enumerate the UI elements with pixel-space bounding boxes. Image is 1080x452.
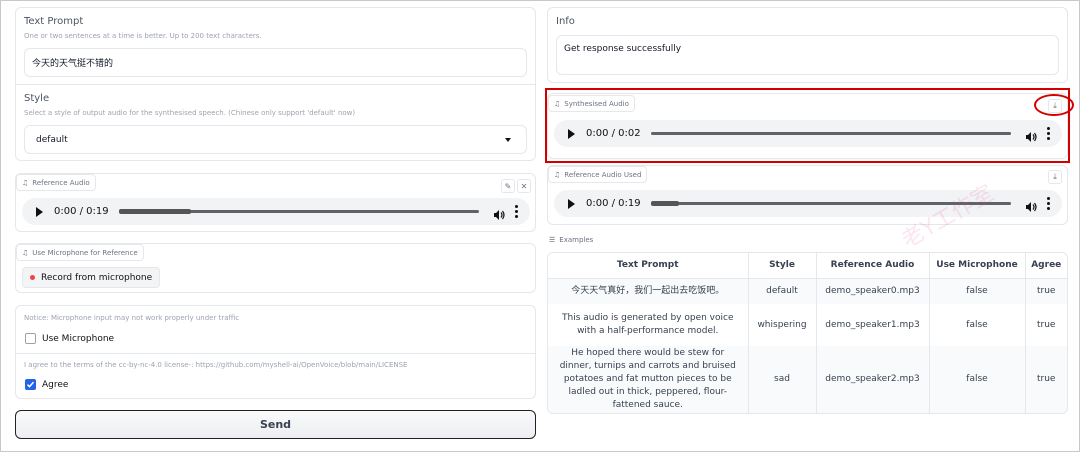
info-output: Get response successfully — [556, 35, 1059, 75]
list-icon: ☰ — [549, 236, 556, 244]
notice-text: Notice: Microphone input may not work pr… — [24, 314, 240, 322]
info-panel: Info Get response successfully — [547, 7, 1068, 83]
play-icon[interactable] — [568, 198, 575, 209]
column-header[interactable]: Reference Audio — [816, 253, 930, 279]
record-button[interactable]: Record from microphone — [22, 267, 161, 288]
table-cell: whispering — [748, 304, 817, 346]
table-cell: He hoped there would be stew for dinner,… — [548, 346, 749, 413]
use-microphone-label: Use Microphone — [42, 333, 115, 344]
play-icon[interactable] — [36, 206, 43, 217]
reference-audio-used-label: Reference Audio Used — [564, 170, 642, 179]
info-label: Info — [556, 16, 575, 27]
record-button-label: Record from microphone — [41, 272, 153, 283]
audio-time: 0:00 / 0:19 — [54, 206, 109, 217]
column-header[interactable]: Agree — [1025, 253, 1067, 279]
table-cell: false — [929, 346, 1026, 413]
text-prompt-label: Text Prompt — [24, 16, 84, 27]
column-header[interactable]: Style — [748, 253, 817, 279]
audio-time: 0:00 / 0:19 — [586, 198, 641, 209]
edit-icon[interactable]: ✎ — [501, 179, 515, 193]
column-header[interactable]: Text Prompt — [548, 253, 749, 279]
more-options-icon[interactable] — [515, 205, 518, 218]
microphone-tag: ♫ Use Microphone for Reference — [16, 244, 144, 261]
send-button[interactable]: Send — [15, 410, 536, 439]
table-cell: demo_speaker0.mp3 — [816, 278, 930, 304]
text-prompt-panel: Text Prompt One or two sentences at a ti… — [15, 7, 536, 161]
music-note-icon: ♫ — [22, 178, 29, 187]
use-microphone-option[interactable]: Use Microphone — [25, 333, 114, 344]
reference-audio-label: Reference Audio — [32, 178, 90, 187]
download-icon[interactable]: ⤓ — [1048, 170, 1062, 184]
examples-label: Examples — [559, 236, 594, 244]
reference-audio-used-tag: ♫ Reference Audio Used — [548, 166, 648, 183]
reference-audio-panel: ♫ Reference Audio ✎ ✕ 0:00 / 0:19 — [15, 173, 536, 232]
style-select-value: default — [36, 134, 68, 145]
highlight-box — [545, 88, 1070, 163]
use-microphone-checkbox[interactable] — [25, 333, 36, 344]
table-cell: demo_speaker1.mp3 — [816, 304, 930, 346]
table-row[interactable]: This audio is generated by open voice wi… — [548, 304, 1067, 346]
style-hint: Select a style of output audio for the s… — [24, 109, 356, 117]
music-note-icon: ♫ — [22, 248, 29, 257]
table-cell: sad — [748, 346, 817, 413]
divider — [16, 353, 535, 354]
examples-table-container: Text Prompt Style Reference Audio Use Mi… — [547, 252, 1068, 414]
style-label: Style — [24, 93, 50, 104]
microphone-label: Use Microphone for Reference — [32, 248, 138, 257]
table-cell: 今天天气真好，我们一起出去吃饭吧。 — [548, 278, 749, 304]
text-prompt-input[interactable]: 今天的天气挺不错的 — [24, 48, 527, 77]
music-note-icon: ♫ — [554, 170, 561, 179]
audio-progress-fill — [118, 209, 191, 214]
table-cell: This audio is generated by open voice wi… — [548, 304, 749, 346]
audio-progress-fill — [650, 201, 680, 206]
microphone-panel: ♫ Use Microphone for Reference Record fr… — [15, 243, 536, 293]
table-header-row: Text Prompt Style Reference Audio Use Mi… — [548, 253, 1067, 279]
agree-checkbox[interactable] — [25, 379, 36, 390]
table-cell: true — [1025, 278, 1067, 304]
license-text: I agree to the terms of the cc-by-nc-4.0… — [24, 361, 408, 369]
reference-audio-player[interactable]: 0:00 / 0:19 — [22, 198, 530, 225]
examples-table: Text Prompt Style Reference Audio Use Mi… — [548, 253, 1067, 413]
column-header[interactable]: Use Microphone — [929, 253, 1026, 279]
more-options-icon[interactable] — [1047, 197, 1050, 210]
close-icon[interactable]: ✕ — [517, 179, 531, 193]
text-prompt-hint: One or two sentences at a time is better… — [24, 32, 262, 40]
table-cell: true — [1025, 346, 1067, 413]
table-cell: false — [929, 278, 1026, 304]
table-row[interactable]: 今天天气真好，我们一起出去吃饭吧。 default demo_speaker0.… — [548, 278, 1067, 304]
reference-audio-tag: ♫ Reference Audio — [16, 174, 96, 191]
table-cell: false — [929, 304, 1026, 346]
highlight-circle — [1034, 94, 1074, 116]
examples-header: ☰ Examples — [549, 236, 593, 244]
volume-icon[interactable] — [493, 206, 505, 220]
chevron-down-icon — [505, 137, 511, 142]
divider — [16, 84, 535, 85]
record-dot-icon — [30, 275, 35, 280]
agree-option[interactable]: Agree — [25, 379, 68, 390]
volume-icon[interactable] — [1025, 198, 1037, 212]
table-row[interactable]: He hoped there would be stew for dinner,… — [548, 346, 1067, 413]
table-cell: true — [1025, 304, 1067, 346]
style-select[interactable]: default — [24, 125, 527, 154]
audio-progress-track[interactable] — [118, 209, 479, 214]
table-cell: demo_speaker2.mp3 — [816, 346, 930, 413]
table-cell: default — [748, 278, 817, 304]
agree-label: Agree — [42, 379, 69, 390]
options-panel: Notice: Microphone input may not work pr… — [15, 305, 536, 399]
